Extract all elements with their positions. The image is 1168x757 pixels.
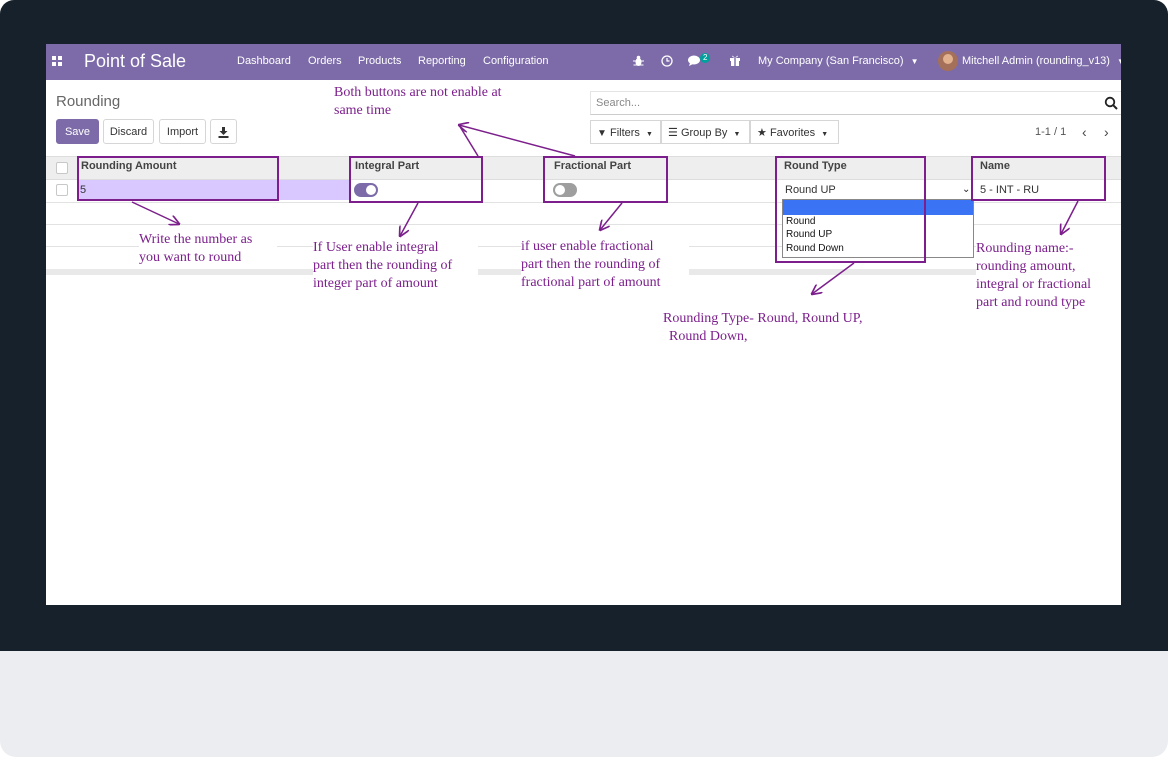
arrow-round-type (812, 262, 855, 294)
arrow-name (1061, 200, 1079, 234)
app-screen: Point of Sale Dashboard Orders Products … (46, 44, 1121, 605)
arrow-integral-part (400, 202, 419, 236)
monitor-stand-base (0, 651, 1168, 757)
arrow-rounding-amount (131, 201, 179, 224)
annotation-arrows (131, 44, 1079, 605)
arrow-fractional-part (600, 202, 623, 230)
arrow-both-buttons-right (459, 125, 576, 157)
